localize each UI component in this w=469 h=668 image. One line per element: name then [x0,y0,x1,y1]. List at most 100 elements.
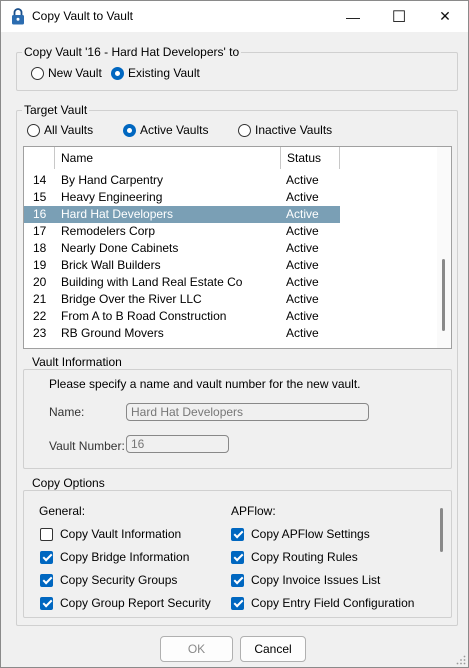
minimize-icon: — [346,8,360,25]
vault-status: Active [286,224,319,238]
vault-number: 20 [33,275,47,289]
radio-indicator [238,123,251,137]
vault-number: 22 [33,309,47,323]
vault-status: Active [286,190,319,204]
vault-number: 14 [33,173,47,187]
resize-grip-icon[interactable] [456,655,466,665]
vault-information-title: Vault Information [30,355,124,369]
filter-inactive-vaults-radio[interactable]: Inactive Vaults [238,122,332,138]
checkbox-indicator [231,550,244,564]
list-scrollbar[interactable] [437,147,451,348]
copy-invoice-issues-list-checkbox[interactable]: Copy Invoice Issues List [231,572,380,588]
checkbox-label: Copy Entry Field Configuration [251,596,415,610]
copy-options-title: Copy Options [30,476,107,490]
title-bar: Copy Vault to Vault — ☐ ✕ [1,1,468,32]
radio-indicator [31,66,44,80]
table-row[interactable]: 23 RB Ground Movers Active [24,325,340,342]
cancel-button[interactable]: Cancel [240,636,306,662]
radio-indicator [111,66,124,80]
copy-vault-dialog: Copy Vault to Vault — ☐ ✕ Copy Vault '16… [0,0,469,668]
checkbox-label: Copy Routing Rules [251,550,358,564]
checkbox-indicator [40,596,53,610]
vault-number: 16 [33,207,47,221]
vault-name: Brick Wall Builders [61,258,161,272]
copy-entry-field-configuration-checkbox[interactable]: Copy Entry Field Configuration [231,595,414,611]
vault-status: Active [286,309,319,323]
filter-active-vaults-radio[interactable]: Active Vaults [123,122,208,138]
table-row[interactable]: 22 From A to B Road Construction Active [24,308,340,325]
vault-number-label: Vault Number: [49,439,125,453]
vault-number-field[interactable]: 16 [126,435,229,453]
target-vault-title: Target Vault [22,103,90,117]
checkbox-indicator [40,550,53,564]
vault-status: Active [286,292,319,306]
table-row[interactable]: 14 By Hand Carpentry Active [24,172,340,189]
column-header-number[interactable] [24,147,55,169]
window-title: Copy Vault to Vault [32,9,133,23]
filter-label: All Vaults [44,123,94,137]
vault-name: Nearly Done Cabinets [61,241,179,255]
vault-number: 19 [33,258,47,272]
copy-security-groups-checkbox[interactable]: Copy Security Groups [40,572,177,588]
checkbox-label: Copy Security Groups [60,573,178,587]
column-header-name[interactable]: Name [55,147,281,169]
checkbox-indicator [231,573,244,587]
filter-label: Active Vaults [140,123,209,137]
existing-vault-label: Existing Vault [128,66,200,80]
vault-number: 23 [33,326,47,340]
apflow-header: APFlow: [231,504,276,518]
vault-number: 17 [33,224,47,238]
vault-name: Bridge Over the River LLC [61,292,202,306]
table-row-selected[interactable]: 16 Hard Hat Developers Active [24,206,340,223]
ok-button[interactable]: OK [160,636,233,662]
checkbox-label: Copy Bridge Information [60,550,190,564]
copy-destination-title: Copy Vault '16 - Hard Hat Developers' to [22,45,242,59]
radio-indicator [123,123,136,137]
copy-group-report-security-checkbox[interactable]: Copy Group Report Security [40,595,211,611]
checkbox-label: Copy APFlow Settings [251,527,370,541]
vault-status: Active [286,275,319,289]
general-header: General: [39,504,86,518]
close-button[interactable]: ✕ [422,1,468,32]
checkbox-label: Copy Vault Information [60,527,182,541]
close-icon: ✕ [439,8,451,24]
vault-name: Heavy Engineering [61,190,163,204]
new-vault-radio[interactable]: New Vault [31,65,102,81]
vault-status: Active [286,173,319,187]
checkbox-indicator [40,573,53,587]
vault-name: Remodelers Corp [61,224,156,238]
checkbox-label: Copy Invoice Issues List [251,573,381,587]
list-header: Name Status [24,147,451,169]
vault-list[interactable]: Name Status 14 By Hand Carpentry Active … [23,146,452,349]
table-row[interactable]: 21 Bridge Over the River LLC Active [24,291,340,308]
copy-options-scrollbar-thumb[interactable] [440,508,443,552]
vault-info-instructions: Please specify a name and vault number f… [49,377,361,391]
checkbox-indicator [231,527,244,541]
copy-routing-rules-checkbox[interactable]: Copy Routing Rules [231,549,358,565]
maximize-icon: ☐ [391,8,407,26]
minimize-button[interactable]: — [330,1,376,32]
table-row[interactable]: 19 Brick Wall Builders Active [24,257,340,274]
vault-name: From A to B Road Construction [61,309,227,323]
maximize-button[interactable]: ☐ [376,1,422,32]
existing-vault-radio[interactable]: Existing Vault [111,65,200,81]
copy-apflow-settings-checkbox[interactable]: Copy APFlow Settings [231,526,370,542]
vault-status: Active [286,207,319,221]
vault-name: Hard Hat Developers [61,207,174,221]
vault-name: RB Ground Movers [61,326,164,340]
table-row[interactable]: 20 Building with Land Real Estate Co Act… [24,274,340,291]
table-row[interactable]: 15 Heavy Engineering Active [24,189,340,206]
copy-vault-information-checkbox[interactable]: Copy Vault Information [40,526,181,542]
vault-number: 15 [33,190,47,204]
table-row[interactable]: 17 Remodelers Corp Active [24,223,340,240]
scrollbar-thumb[interactable] [442,259,445,331]
vault-name: By Hand Carpentry [61,173,164,187]
vault-status: Active [286,241,319,255]
table-row[interactable]: 18 Nearly Done Cabinets Active [24,240,340,257]
copy-bridge-information-checkbox[interactable]: Copy Bridge Information [40,549,189,565]
filter-label: Inactive Vaults [255,123,333,137]
vault-name-field[interactable]: Hard Hat Developers [126,403,369,421]
filter-all-vaults-radio[interactable]: All Vaults [27,122,93,138]
checkbox-indicator [40,527,53,541]
column-header-status[interactable]: Status [281,147,340,169]
